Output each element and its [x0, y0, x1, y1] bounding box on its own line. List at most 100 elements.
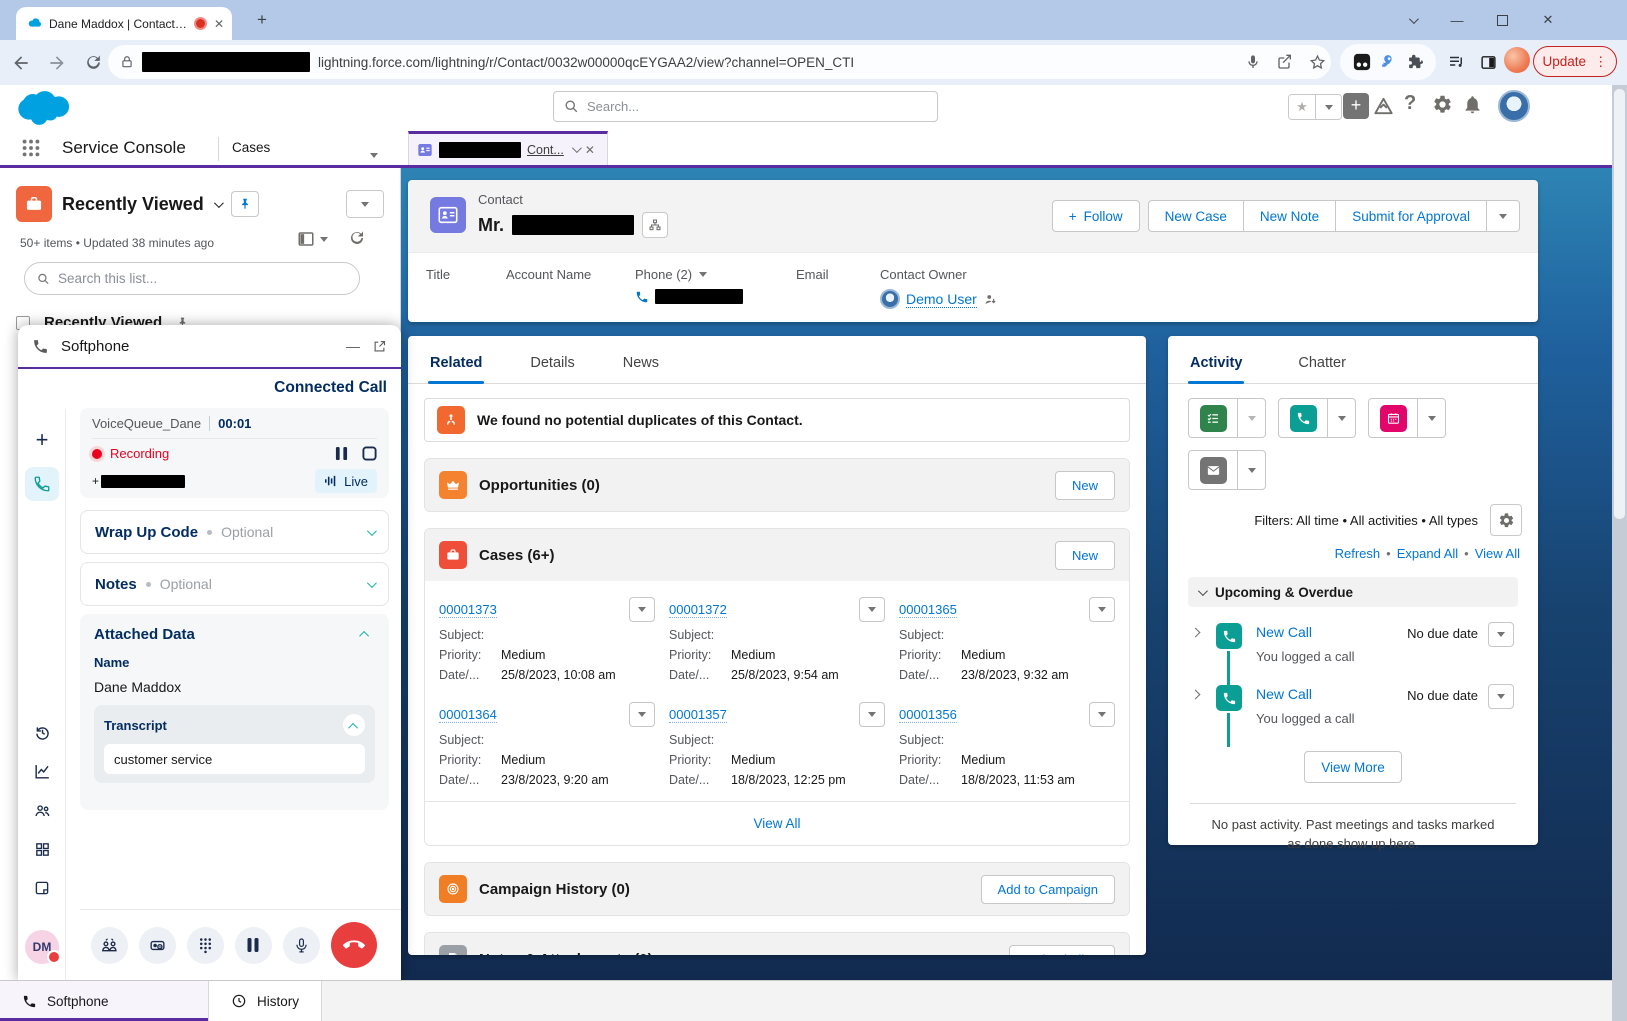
back-icon[interactable] [6, 48, 36, 78]
activity-item-link[interactable]: New Call [1256, 624, 1312, 640]
transfer-call-icon[interactable] [91, 927, 128, 964]
apps-grid-icon[interactable] [25, 832, 59, 866]
cases-view-all-link[interactable]: View All [425, 801, 1129, 845]
add-to-campaign-button[interactable]: Add to Campaign [981, 875, 1115, 904]
scrollbar-thumb[interactable] [1614, 89, 1625, 519]
chevron-down-icon[interactable] [367, 526, 377, 536]
submit-for-approval-button[interactable]: Submit for Approval [1336, 200, 1487, 232]
pause-recording-icon[interactable] [335, 446, 348, 461]
pin-icon[interactable] [231, 191, 259, 217]
browser-profile-avatar[interactable] [1504, 47, 1530, 73]
list-search-input[interactable] [58, 271, 347, 286]
tab-close-icon[interactable]: ✕ [214, 17, 224, 31]
tab-dropdown-icon[interactable] [572, 143, 582, 153]
case-number-link[interactable]: 00001357 [669, 707, 727, 723]
phone-value[interactable] [635, 289, 743, 304]
extensions-puzzle-icon[interactable] [1407, 54, 1424, 71]
nav-item-cases[interactable]: Cases [232, 140, 270, 155]
cases-dropdown-icon[interactable] [370, 145, 378, 163]
list-actions-dropdown[interactable] [346, 190, 384, 218]
follow-button[interactable]: +Follow [1052, 200, 1140, 232]
hierarchy-icon[interactable] [642, 212, 668, 238]
wrap-up-code-section[interactable]: Wrap Up Code Optional [80, 510, 389, 554]
agent-avatar[interactable]: DM [25, 930, 59, 964]
favorite-star-icon[interactable]: ★ [1289, 95, 1315, 119]
item-actions-dropdown[interactable] [1488, 622, 1514, 647]
case-row-actions[interactable] [859, 702, 885, 727]
workspace-tab-contact[interactable]: Cont... ✕ [408, 131, 608, 165]
side-panel-icon[interactable] [1475, 49, 1501, 75]
new-case-button[interactable]: New Case [1148, 200, 1244, 232]
tab-close-icon[interactable]: ✕ [585, 143, 595, 157]
expand-item-icon[interactable] [1191, 628, 1201, 638]
tab-activity[interactable]: Activity [1188, 343, 1244, 383]
new-note-button[interactable]: New Note [1244, 200, 1336, 232]
mute-mic-icon[interactable] [283, 927, 320, 964]
item-actions-dropdown[interactable] [1488, 684, 1514, 709]
partial-list-title[interactable]: Notes & Attachments (0) [479, 951, 997, 956]
stats-icon[interactable] [25, 754, 59, 788]
favorites-list-icon[interactable] [1315, 95, 1341, 119]
global-search[interactable] [553, 91, 938, 122]
new-event-icon[interactable] [1369, 399, 1417, 437]
tab-news[interactable]: News [621, 343, 661, 383]
extension-domino-icon[interactable] [1353, 53, 1371, 71]
utility-tab-softphone[interactable]: Softphone [0, 981, 209, 1021]
global-search-input[interactable] [587, 99, 927, 114]
list-search[interactable] [24, 262, 360, 295]
display-as-icon[interactable] [297, 230, 328, 248]
new-opportunity-button[interactable]: New [1055, 471, 1115, 500]
reading-list-icon[interactable] [1443, 49, 1469, 75]
new-task-icon[interactable] [1189, 399, 1237, 437]
forward-icon[interactable] [42, 48, 72, 78]
browser-menu-kebab-icon[interactable]: ⋮ [1594, 54, 1608, 70]
notifications-bell-icon[interactable] [1462, 94, 1483, 115]
page-scrollbar[interactable] [1612, 85, 1627, 1021]
chevron-up-icon[interactable] [343, 714, 365, 736]
tab-search-icon[interactable] [1392, 0, 1432, 40]
change-owner-icon[interactable] [983, 292, 998, 307]
agents-icon[interactable] [25, 793, 59, 827]
new-tab-button[interactable]: + [252, 10, 272, 30]
new-case-button[interactable]: New [1055, 541, 1115, 570]
notes-card-icon[interactable] [25, 871, 59, 905]
case-row-actions[interactable] [629, 597, 655, 622]
refresh-icon[interactable] [348, 229, 366, 247]
extension-key-icon[interactable] [1380, 53, 1398, 71]
browser-update-button[interactable]: Update ⋮ [1533, 46, 1617, 77]
list-view-selector-icon[interactable] [214, 198, 224, 208]
utility-tab-history[interactable]: History [209, 981, 322, 1021]
help-icon[interactable]: ? [1404, 92, 1416, 115]
filters-gear-icon[interactable] [1490, 504, 1522, 536]
upload-files-button[interactable]: Upload Files [1009, 945, 1115, 956]
active-call-icon[interactable] [25, 467, 59, 501]
case-number-link[interactable]: 00001356 [899, 707, 957, 723]
case-number-link[interactable]: 00001365 [899, 602, 957, 618]
case-number-link[interactable]: 00001373 [439, 602, 497, 618]
owner-link[interactable]: Demo User [906, 291, 977, 308]
hold-call-icon[interactable] [235, 927, 272, 964]
app-launcher-icon[interactable] [20, 137, 42, 159]
guidance-center-icon[interactable] [1372, 95, 1395, 118]
more-actions-dropdown[interactable] [1487, 200, 1520, 232]
stop-recording-icon[interactable] [362, 446, 377, 461]
history-icon[interactable] [25, 715, 59, 749]
campaign-history-title[interactable]: Campaign History (0) [479, 881, 969, 898]
tab-related[interactable]: Related [428, 343, 484, 383]
browser-tab[interactable]: Dane Maddox | Contact | Sal ✕ [16, 7, 232, 40]
voicemail-drop-icon[interactable] [139, 927, 176, 964]
email-icon[interactable] [1189, 451, 1237, 489]
tab-details[interactable]: Details [528, 343, 576, 383]
notes-section[interactable]: Notes Optional [80, 562, 389, 606]
case-number-link[interactable]: 00001372 [669, 602, 727, 618]
refresh-link[interactable]: Refresh [1335, 546, 1381, 561]
case-row-actions[interactable] [629, 702, 655, 727]
view-all-link[interactable]: View All [1475, 546, 1520, 561]
case-row-actions[interactable] [1089, 702, 1115, 727]
popout-icon[interactable] [372, 339, 387, 354]
log-call-dropdown[interactable] [1327, 399, 1355, 437]
expand-all-link[interactable]: Expand All [1397, 546, 1458, 561]
case-row-actions[interactable] [1089, 597, 1115, 622]
expand-item-icon[interactable] [1191, 690, 1201, 700]
case-row-actions[interactable] [859, 597, 885, 622]
